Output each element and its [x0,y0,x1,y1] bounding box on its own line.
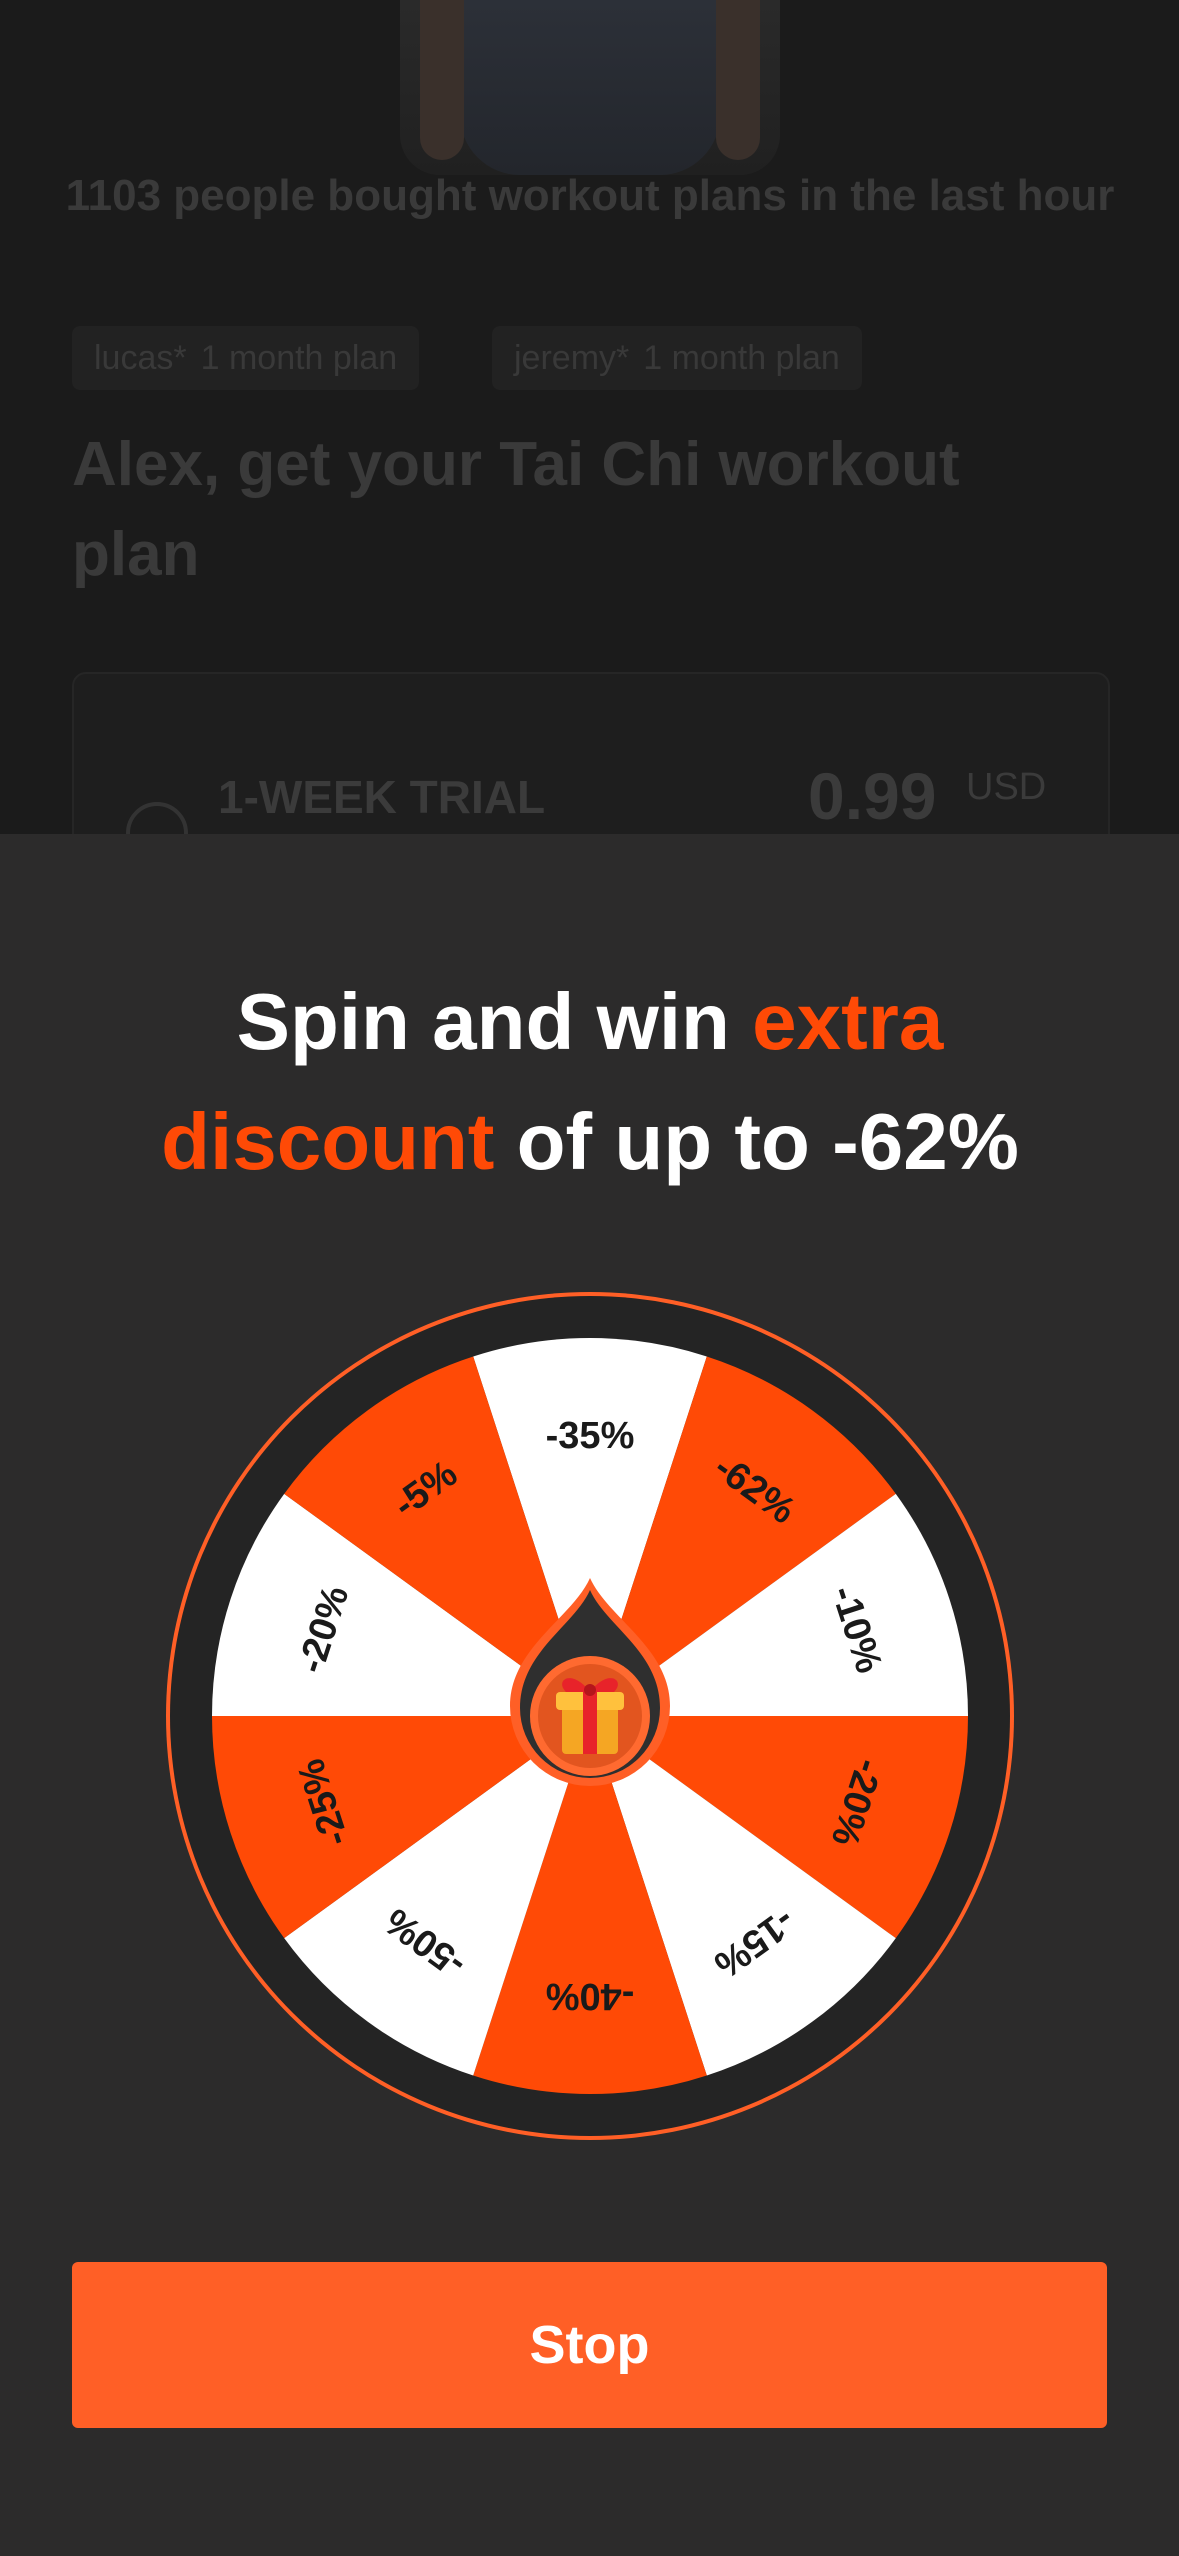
purchase-chip: lucas* 1 month plan [72,326,420,390]
prize-wheel: -35% -62% -10% -20% -15% -40% -50% -25% -20% -5% [162,1288,1018,2144]
sheet-title: Spin and win extra discount of up to -62… [60,962,1120,1202]
hero-image [400,0,780,175]
background-page: 1103 people bought workout plans in the … [0,0,1179,840]
spin-wheel-sheet: Spin and win extra discount of up to -62… [0,834,1179,2556]
wheel-segment-label: -40% [546,1975,635,2017]
hero-arm-left [420,0,464,160]
chip-user: lucas* [94,339,187,377]
plan-price: 0.99 [808,759,937,833]
hero-torso [460,0,720,175]
title-text-end: of up to -62% [494,1097,1019,1186]
chip-user: jeremy* [514,339,630,377]
wheel-graphic: -35%-62%-10%-20%-15%-40%-50%-25%-20%-5% [166,1292,1014,2140]
wheel-segment-label: -35% [546,1415,635,1457]
plan-option-card: 1-WEEK TRIAL 0.99 USD [72,672,1110,840]
gift-icon [556,1678,624,1754]
plan-currency: USD [966,766,1047,808]
chip-plan: 1 month plan [200,339,398,377]
plan-heading: Alex, get your Tai Chi workout plan [72,430,960,589]
hero-arm-right [716,0,760,160]
social-proof-text: 1103 people bought workout plans in the … [65,171,1115,220]
plan-name: 1-WEEK TRIAL [218,771,546,823]
purchase-chip: jeremy* 1 month plan [492,326,862,390]
chip-plan: 1 month plan [643,339,840,377]
title-text: Spin and win [236,977,753,1066]
stop-button[interactable]: Stop [72,2262,1107,2428]
